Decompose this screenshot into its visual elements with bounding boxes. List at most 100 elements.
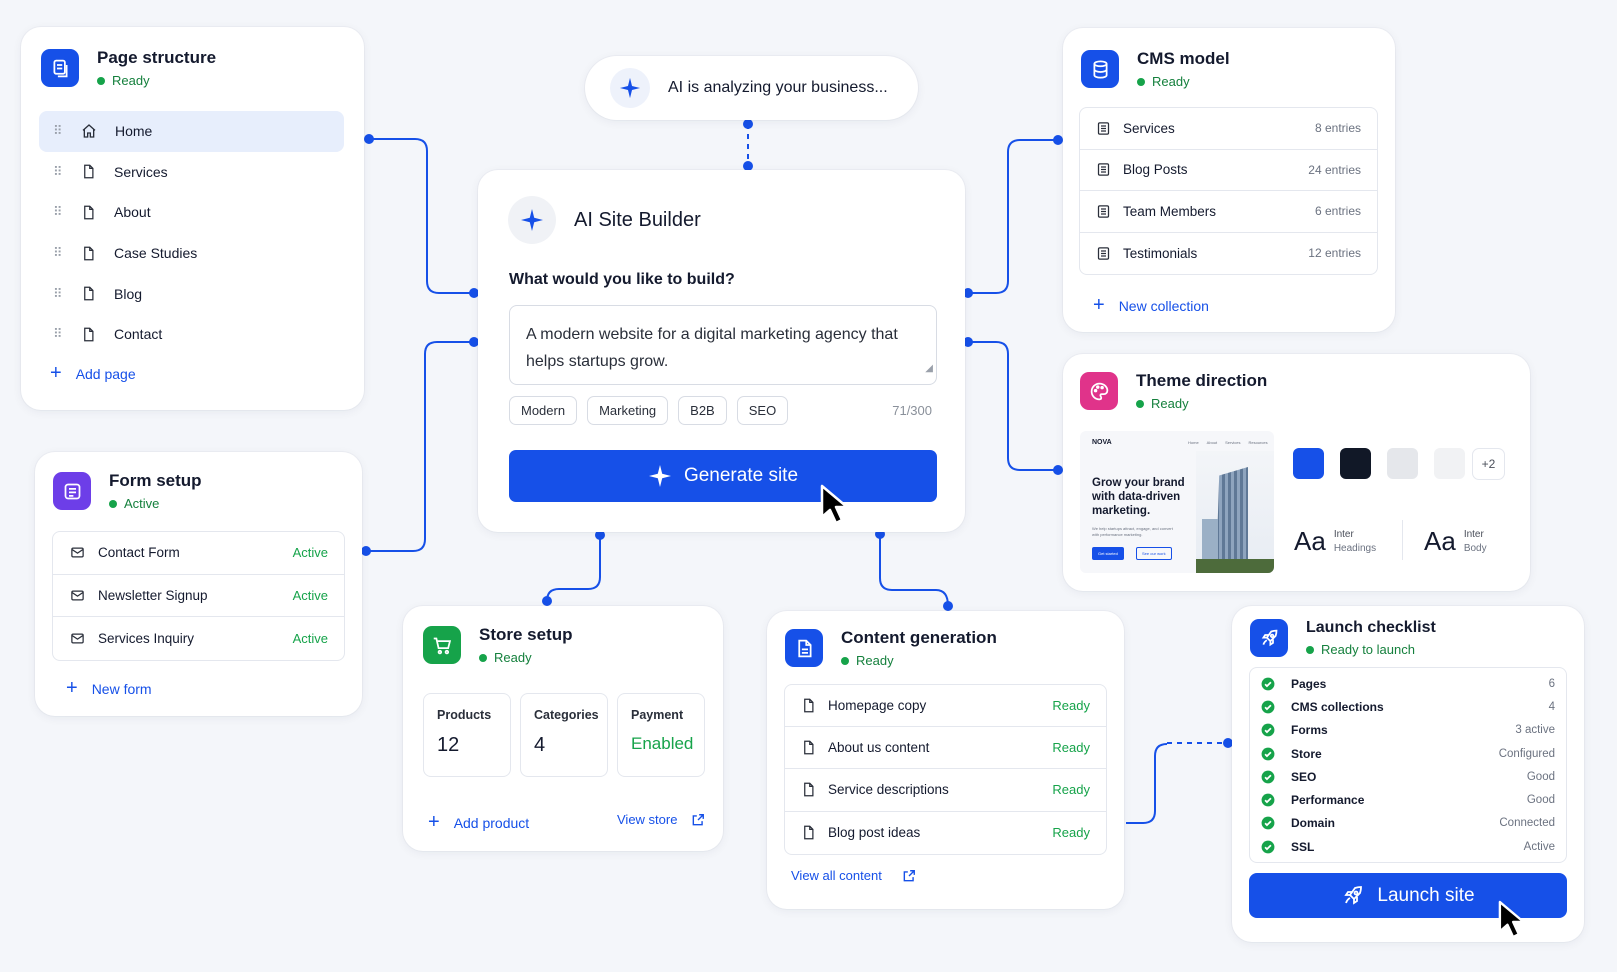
page-item-home[interactable]: ⠿ Home	[39, 111, 344, 152]
color-swatch[interactable]	[1387, 448, 1418, 479]
color-swatch[interactable]	[1340, 448, 1371, 479]
check-icon	[1261, 793, 1275, 807]
view-all-content-link[interactable]: View all content	[791, 868, 916, 883]
generate-site-button[interactable]: Generate site	[509, 450, 937, 502]
pages-icon	[41, 49, 79, 87]
cart-icon	[423, 626, 461, 664]
checklist-row: Performance Good	[1250, 788, 1566, 811]
list-icon	[1096, 121, 1111, 136]
page-item-blog[interactable]: ⠿ Blog	[39, 273, 344, 314]
drag-handle-icon[interactable]: ⠿	[53, 286, 63, 302]
preview-body: We help startups attract, engage, and co…	[1092, 526, 1173, 537]
preview-nav: Home About Services Resources	[1188, 440, 1268, 445]
form-row[interactable]: Newsletter Signup Active	[53, 575, 344, 617]
collection-row[interactable]: Blog Posts 24 entries	[1080, 150, 1377, 191]
store-stat-products: Products 12	[423, 693, 511, 777]
page-icon	[81, 204, 96, 221]
page-structure-header: Page structure Ready	[41, 48, 216, 88]
stat-value: 12	[437, 734, 460, 756]
collection-row[interactable]: Team Members 6 entries	[1080, 191, 1377, 233]
mail-icon	[69, 545, 86, 560]
mail-icon	[69, 588, 86, 603]
checklist-name: Domain	[1291, 816, 1336, 831]
preview-nav-item: Home	[1188, 440, 1199, 445]
external-link-icon	[693, 813, 705, 825]
page-item-case-studies[interactable]: ⠿ Case Studies	[39, 233, 344, 274]
collection-row[interactable]: Services 8 entries	[1080, 108, 1377, 150]
builder-question: What would you like to build?	[509, 271, 735, 288]
checklist-name: Performance	[1291, 793, 1365, 808]
store-title: Store setup	[479, 625, 573, 644]
status-badge: Active	[109, 496, 202, 511]
builder-header: AI Site Builder	[508, 196, 701, 244]
cms-model-card: CMS model Ready Services 8 entries Blog Po…	[1063, 28, 1395, 332]
preview-cta-primary: Get started	[1092, 547, 1124, 560]
content-name: About us content	[828, 740, 930, 756]
form-row[interactable]: Services Inquiry Active	[53, 617, 344, 660]
content-row[interactable]: Blog post ideas Ready	[785, 812, 1106, 854]
page-item-about[interactable]: ⠿ About	[39, 192, 344, 233]
plus-icon: +	[66, 677, 78, 699]
form-row[interactable]: Contact Form Active	[53, 532, 344, 575]
status-badge: Ready	[479, 650, 573, 665]
plus-icon: +	[1093, 294, 1105, 316]
tag-chip[interactable]: Modern	[509, 396, 578, 425]
store-stats: Products 12 Categories 4 Payment Enabled	[423, 693, 705, 777]
sparkle-icon	[610, 68, 650, 108]
checklist-row: Pages 6	[1250, 672, 1566, 695]
drag-handle-icon[interactable]: ⠿	[53, 123, 63, 139]
tag-chip[interactable]: B2B	[678, 396, 727, 425]
add-page-button[interactable]: + Add page	[50, 362, 136, 385]
checklist-row: SSL Active	[1250, 835, 1566, 858]
view-store-link[interactable]: View store	[617, 812, 705, 827]
font-body: Aa Inter Body	[1424, 526, 1487, 556]
more-colors-button[interactable]: +2	[1472, 448, 1505, 480]
check-icon	[1261, 723, 1275, 737]
content-status: Ready	[1052, 698, 1090, 714]
page-item-services[interactable]: ⠿ Services	[39, 152, 344, 193]
tag-chip[interactable]: Marketing	[587, 396, 669, 425]
collection-count: 8 entries	[1314, 121, 1361, 136]
resize-handle-icon[interactable]: ◢	[925, 355, 933, 382]
checklist-value: 6	[1548, 677, 1555, 690]
drag-handle-icon[interactable]: ⠿	[53, 326, 63, 342]
char-count: 71/300	[892, 403, 932, 418]
new-form-button[interactable]: + New form	[66, 677, 152, 700]
drag-handle-icon[interactable]: ⠿	[53, 245, 63, 261]
external-link-icon	[903, 869, 915, 881]
drag-handle-icon[interactable]: ⠿	[53, 204, 63, 220]
list-icon	[1096, 246, 1111, 261]
prompt-textarea[interactable]: A modern website for a digital marketing…	[509, 305, 937, 385]
preview-headline: Grow your brand with data-driven marketi…	[1092, 477, 1185, 517]
list-icon	[1096, 162, 1111, 177]
new-collection-button[interactable]: + New collection	[1093, 294, 1209, 317]
rocket-icon	[1344, 885, 1363, 905]
content-row[interactable]: Homepage copy Ready	[785, 685, 1106, 728]
page-structure-card: Page structure Ready ⠿ Home ⠿ Services ⠿ Abou…	[21, 27, 364, 410]
color-swatch[interactable]	[1293, 448, 1324, 479]
checklist-value: Configured	[1498, 747, 1555, 760]
collection-row[interactable]: Testimonials 12 entries	[1080, 233, 1377, 275]
cursor-icon	[820, 484, 849, 525]
checklist-value: Connected	[1499, 817, 1555, 830]
collection-name: Services	[1123, 120, 1175, 136]
preview-nav-item: Services	[1225, 440, 1241, 445]
plus-icon: +	[428, 811, 440, 833]
stat-value: Enabled	[631, 734, 694, 753]
check-icon	[1261, 840, 1275, 854]
drag-handle-icon[interactable]: ⠿	[53, 164, 63, 180]
stat-label: Categories	[534, 708, 599, 722]
checklist-name: Store	[1291, 746, 1322, 761]
check-icon	[1261, 677, 1275, 691]
content-row[interactable]: About us content Ready	[785, 727, 1106, 770]
add-product-button[interactable]: + Add product	[428, 811, 529, 834]
tag-chip[interactable]: SEO	[736, 396, 789, 425]
form-list: Contact Form Active Newsletter Signup Activ…	[52, 531, 345, 661]
content-header: Content generation Ready	[785, 628, 997, 668]
color-swatch[interactable]	[1434, 448, 1465, 479]
collection-count: 24 entries	[1308, 162, 1361, 177]
content-row[interactable]: Service descriptions Ready	[785, 769, 1106, 812]
collection-name: Testimonials	[1123, 245, 1198, 261]
form-name: Contact Form	[98, 545, 180, 561]
page-item-contact[interactable]: ⠿ Contact	[39, 314, 344, 355]
